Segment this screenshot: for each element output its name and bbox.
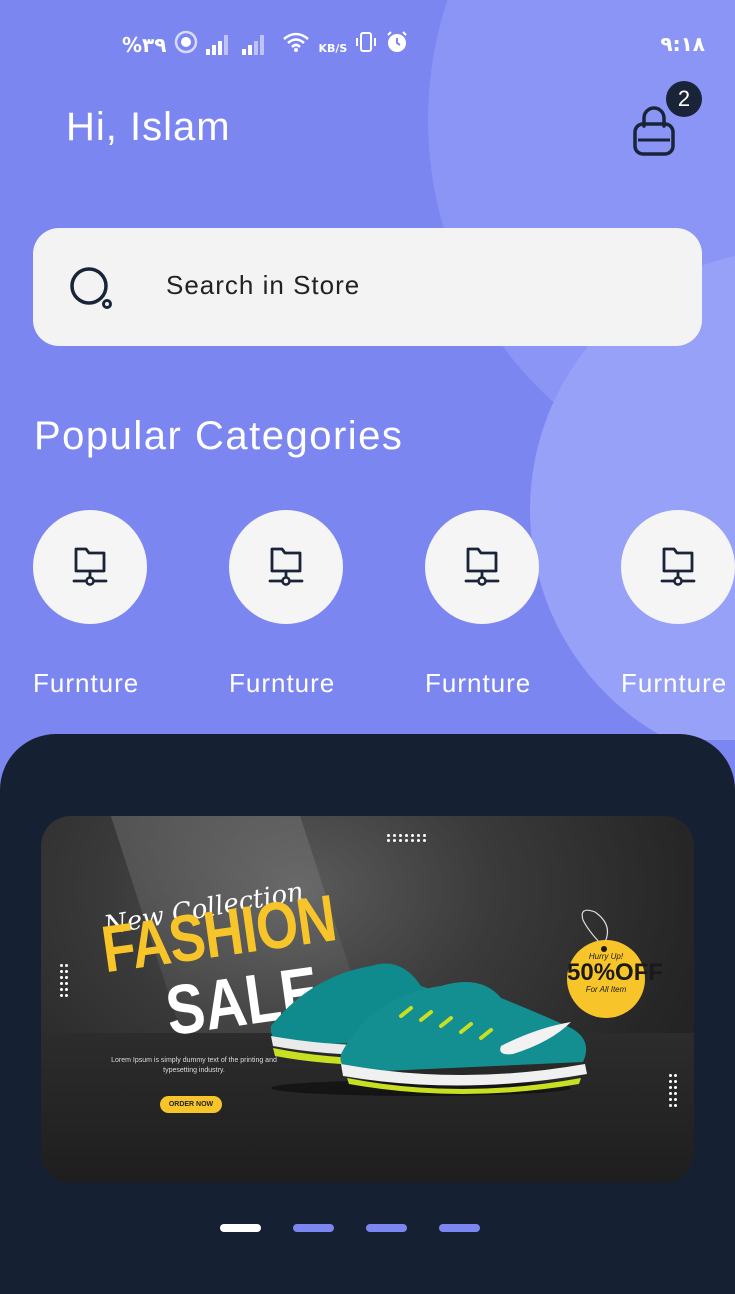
hotspot-icon bbox=[174, 30, 198, 59]
category-item[interactable]: Furnture bbox=[425, 510, 539, 699]
category-item[interactable]: Furnture bbox=[33, 510, 147, 699]
signal-icon bbox=[242, 34, 265, 55]
category-item[interactable]: Furnture bbox=[621, 510, 735, 699]
folder-network-icon bbox=[72, 543, 108, 591]
search-input[interactable]: Search in Store bbox=[166, 270, 360, 301]
decorative-dots bbox=[674, 1074, 677, 1110]
category-icon-circle[interactable] bbox=[33, 510, 147, 624]
discount-tag: Hurry Up! 50%OFF For All Item bbox=[567, 940, 664, 1018]
decorative-dots bbox=[65, 964, 68, 1000]
wifi-icon bbox=[282, 31, 310, 58]
carousel-dot[interactable] bbox=[439, 1224, 480, 1232]
sneaker-image bbox=[270, 963, 587, 1096]
network-speed: KB/S bbox=[318, 42, 348, 55]
carousel-dot[interactable] bbox=[293, 1224, 334, 1232]
clock: ۹:۱۸ bbox=[660, 32, 705, 56]
search-bar[interactable]: Search in Store bbox=[33, 228, 702, 346]
cart-count-badge: 2 bbox=[666, 81, 702, 117]
carousel-dot[interactable] bbox=[366, 1224, 407, 1232]
category-icon-circle[interactable] bbox=[425, 510, 539, 624]
tag-bottom-text: For All Item bbox=[585, 985, 627, 994]
category-icon-circle[interactable] bbox=[621, 510, 735, 624]
section-title: Popular Categories bbox=[34, 414, 404, 458]
search-icon bbox=[69, 266, 115, 312]
category-label: Furnture bbox=[229, 668, 336, 698]
decorative-dots bbox=[387, 834, 426, 837]
promo-banner[interactable]: New Collection FASHION SALE Lorem Ipsum … bbox=[41, 816, 694, 1183]
category-label: Furnture bbox=[425, 668, 532, 698]
decorative-dots bbox=[60, 964, 63, 1000]
decorative-dots bbox=[669, 1074, 672, 1110]
category-label: Furnture bbox=[33, 668, 140, 698]
category-label: Furnture bbox=[621, 668, 728, 698]
carousel-dot-active[interactable] bbox=[220, 1224, 261, 1232]
category-item[interactable]: Furnture bbox=[229, 510, 343, 699]
shopping-bag-icon[interactable] bbox=[630, 104, 678, 160]
folder-network-icon bbox=[268, 543, 304, 591]
category-icon-circle[interactable] bbox=[229, 510, 343, 624]
folder-network-icon bbox=[660, 543, 696, 591]
battery-percent: %۳۹ bbox=[122, 32, 167, 57]
tag-discount: 50%OFF bbox=[567, 959, 664, 986]
order-now-button[interactable]: ORDER NOW bbox=[160, 1096, 222, 1113]
tag-hole bbox=[601, 946, 607, 952]
status-bar: %۳۹ KB/S ۹:۱۸ bbox=[0, 30, 735, 62]
greeting-title: Hi, Islam bbox=[66, 105, 231, 149]
carousel-indicators bbox=[220, 1224, 480, 1232]
decorative-dots bbox=[387, 839, 426, 842]
folder-network-icon bbox=[464, 543, 500, 591]
vibrate-icon bbox=[355, 31, 377, 58]
alarm-icon bbox=[385, 30, 409, 59]
signal-icon bbox=[206, 34, 229, 55]
